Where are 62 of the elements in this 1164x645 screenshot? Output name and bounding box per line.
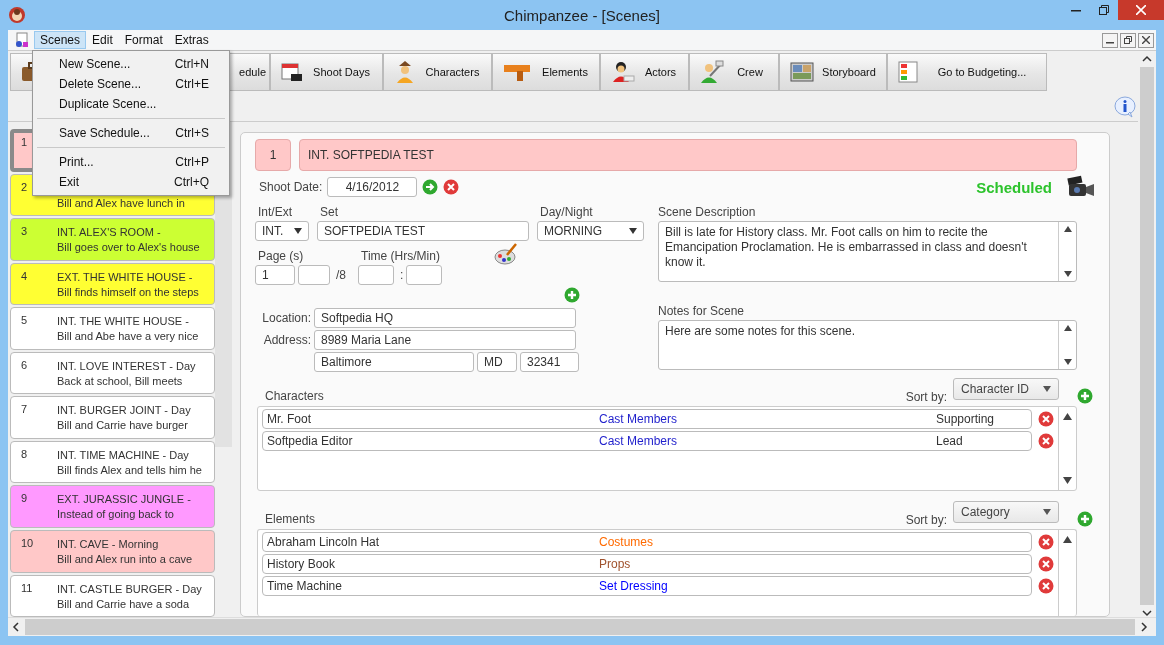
scene-heading: INT. CASTLE BURGER - Day [57,581,202,597]
item-category: Costumes [599,534,655,549]
item-name: Softpedia Editor [267,434,354,448]
item-role: Supporting [936,412,996,426]
scene-number: 5 [21,314,29,329]
scene-heading: INT. ALEX'S ROOM - [57,225,161,241]
scene-number: 10 [21,536,35,551]
scene-summary: Bill goes over to Alex's house [57,240,200,256]
scene-number: 9 [21,492,29,507]
field-label: Page (s) [257,249,305,263]
scene-number: 4 [21,269,29,284]
field-label: Address: [262,333,311,347]
field-label: Sort by: [905,512,947,527]
item-name: History Book [267,556,337,571]
scene-heading: INT. CAVE - Morning [57,536,159,552]
field-label: Scene Description [658,205,757,219]
scene-summary: Back at school, Bill meets [57,373,183,389]
field-label: Int/Ext [257,205,293,219]
field-label: Sort by: [905,390,947,404]
scene-heading: INT. THE WHITE HOUSE - [57,314,189,330]
item-category: Cast Members [599,434,679,448]
time-separator: : [399,268,404,282]
item-role: Lead [936,434,964,448]
scene-summary: Bill and Carrie have a soda [57,596,190,612]
scene-number-field: 1 [255,139,291,171]
scene-number: 8 [21,447,29,462]
scene-number: 1 [21,136,29,150]
scene-summary: Instead of going back to [57,507,174,523]
section-label: Elements [264,511,316,527]
scene-summary: Bill finds Alex and tells him he [57,462,202,478]
scene-heading: INT. BURGER JOINT - Day [57,403,191,419]
scene-heading: INT. TIME MACHINE - Day [57,447,189,463]
item-name: Abraham Lincoln Hat [267,534,381,549]
item-name: Time Machine [267,578,343,593]
scene-number: 6 [21,358,29,373]
scene-summary: Bill finds himself on the steps [57,284,199,300]
field-label: Time (Hrs/Min) [360,249,441,263]
status-label: Scheduled [976,178,1052,196]
scene-number: 3 [21,225,29,240]
item-name: Mr. Foot [267,412,312,426]
item-category: Set Dressing [599,578,669,593]
scene-number: 7 [21,403,29,418]
item-category: Cast Members [599,412,679,426]
field-label: Location: [261,311,311,325]
scene-summary: Bill and Alex run into a cave [57,551,193,567]
fraction-label: /8 [335,268,346,282]
item-category: Props [599,556,632,571]
scene-heading: INT. LOVE INTEREST - Day [57,358,196,374]
field-label: Notes for Scene [658,304,746,318]
section-label: Characters [264,389,324,404]
scene-summary: Bill and Alex have lunch in [57,195,185,211]
scene-number: 11 [21,581,34,596]
scene-heading: EXT. THE WHITE HOUSE - [57,269,193,285]
scene-number: 2 [21,180,29,195]
window-title: Chimpanzee - [Scenes] [503,6,661,24]
scene-summary: Bill and Carrie have burger [57,418,188,434]
field-label: Shoot Date: [259,180,323,194]
field-label: Set [319,205,339,219]
field-label: Day/Night [539,205,594,219]
scene-heading: EXT. JURASSIC JUNGLE - [57,492,191,508]
scene-summary: Bill and Abe have a very nice [57,329,199,345]
scene-title-field: INT. SOFTPEDIA TEST [299,139,1077,171]
